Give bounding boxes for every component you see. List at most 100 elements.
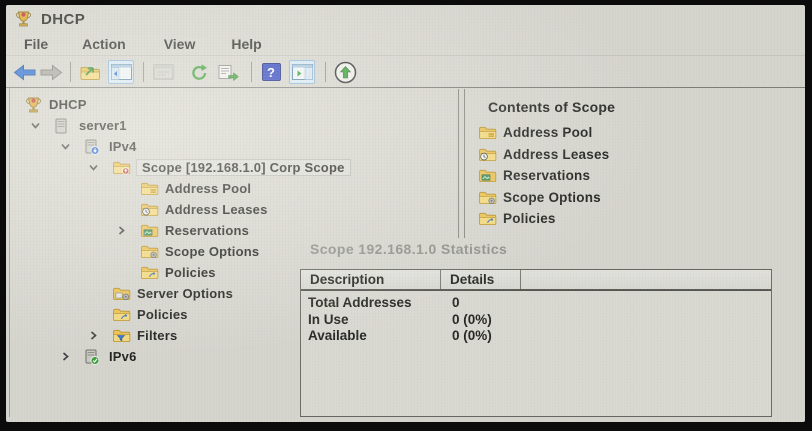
action-pane-toggle-icon <box>292 64 313 80</box>
tree-item-dhcp-root[interactable]: DHCP <box>10 94 456 115</box>
tree-item-label: Server Options <box>137 286 233 301</box>
policies-folder-icon <box>140 265 160 280</box>
tree-item-server1[interactable]: server1 <box>10 115 456 136</box>
tree-item-label: Policies <box>137 307 188 322</box>
tree-item-label: Address Leases <box>165 202 268 217</box>
column-header-details[interactable]: Details <box>441 270 521 289</box>
dhcp-app-icon <box>14 10 33 28</box>
menu-help[interactable]: Help <box>223 34 269 54</box>
menu-action[interactable]: Action <box>74 34 134 54</box>
contents-item-reservations[interactable]: Reservations <box>474 165 800 187</box>
chevron-right-icon[interactable] <box>116 225 140 236</box>
ipv4-server-icon <box>84 139 104 155</box>
dhcp-root-icon <box>24 96 44 114</box>
contents-item-label: Policies <box>503 211 556 226</box>
contents-item-address-leases[interactable]: Address Leases <box>474 144 800 166</box>
update-server-button[interactable] <box>332 60 358 84</box>
menu-file[interactable]: File <box>16 34 56 54</box>
table-row-available: Available 0 (0%) <box>308 328 771 345</box>
properties-icon <box>153 64 174 80</box>
menu-bar: File Action View Help <box>6 33 805 56</box>
contents-item-label: Reservations <box>503 168 590 183</box>
address-pool-folder-icon <box>478 125 498 140</box>
refresh-icon <box>190 63 209 82</box>
chevron-right-icon[interactable] <box>60 351 84 362</box>
properties-button[interactable] <box>150 60 176 84</box>
scope-options-folder-icon <box>140 244 160 259</box>
chevron-down-icon[interactable] <box>30 120 54 131</box>
tree-item-label: Address Pool <box>165 181 251 196</box>
menu-view[interactable]: View <box>156 34 204 54</box>
chevron-down-icon[interactable] <box>60 141 84 152</box>
table-row-total-addresses: Total Addresses 0 <box>308 295 771 312</box>
tree-item-scope[interactable]: Scope [192.168.1.0] Corp Scope <box>10 157 456 178</box>
dhcp-console-window: DHCP File Action View Help <box>6 5 805 422</box>
forward-arrow-icon <box>39 64 63 81</box>
row-details: 0 <box>452 295 771 312</box>
console-tree-toggle-icon <box>111 64 132 80</box>
row-description: In Use <box>308 312 452 329</box>
tree-item-label: IPv6 <box>109 349 137 364</box>
export-folder-icon <box>79 64 101 81</box>
toolbar: ? <box>6 57 805 87</box>
contents-item-address-pool[interactable]: Address Pool <box>474 122 800 144</box>
row-details: 0 (0%) <box>452 312 771 329</box>
toolbar-separator <box>251 62 252 82</box>
row-description: Total Addresses <box>308 295 452 312</box>
chevron-down-icon[interactable] <box>88 162 112 173</box>
tree-item-address-pool[interactable]: Address Pool <box>10 178 456 199</box>
server-icon <box>54 118 74 134</box>
ipv6-server-icon <box>84 349 104 365</box>
tree-item-reservations[interactable]: Reservations <box>10 220 456 241</box>
show-hide-action-pane-button[interactable] <box>289 60 315 84</box>
contents-item-label: Address Pool <box>503 125 592 140</box>
tree-item-label: DHCP <box>49 97 87 112</box>
statistics-table: Description Details Total Addresses 0 In… <box>300 269 772 417</box>
toolbar-separator <box>70 62 71 82</box>
chevron-right-icon[interactable] <box>88 330 112 341</box>
address-pool-folder-icon <box>140 181 160 196</box>
scope-folder-icon <box>112 160 132 175</box>
tree-item-ipv4[interactable]: IPv4 <box>10 136 456 157</box>
contents-item-label: Scope Options <box>503 190 601 205</box>
tree-item-label: Scope Options <box>165 244 259 259</box>
address-leases-folder-icon <box>478 147 498 162</box>
address-leases-folder-icon <box>140 202 160 217</box>
export-list-button[interactable] <box>216 60 242 84</box>
server-options-folder-icon <box>112 286 132 301</box>
help-icon: ? <box>262 63 281 81</box>
contents-item-policies[interactable]: Policies <box>474 208 800 230</box>
pane-splitter[interactable] <box>458 89 465 238</box>
help-button[interactable]: ? <box>258 60 284 84</box>
tree-item-label: Policies <box>165 265 216 280</box>
tree-item-label: server1 <box>79 118 127 133</box>
toolbar-separator <box>325 62 326 82</box>
column-header-description[interactable]: Description <box>301 270 441 289</box>
tree-item-address-leases[interactable]: Address Leases <box>10 199 456 220</box>
reservations-folder-icon <box>140 223 160 238</box>
export-list-icon <box>218 64 240 81</box>
contents-pane-header[interactable]: Contents of Scope <box>488 99 800 115</box>
row-details: 0 (0%) <box>452 328 771 345</box>
tree-item-label: Reservations <box>165 223 249 238</box>
statistics-table-header: Description Details <box>301 270 771 291</box>
green-up-arrow-icon <box>334 61 357 84</box>
title-bar: DHCP <box>6 5 805 33</box>
forward-button[interactable] <box>38 60 64 84</box>
tree-item-label: IPv4 <box>109 139 137 154</box>
tree-item-label-selected: Scope [192.168.1.0] Corp Scope <box>137 160 350 175</box>
contents-item-scope-options[interactable]: Scope Options <box>474 187 800 209</box>
statistics-title: Scope 192.168.1.0 Statistics <box>310 241 507 257</box>
back-arrow-icon <box>13 64 37 81</box>
window-title: DHCP <box>41 11 85 28</box>
export-folder-button[interactable] <box>77 60 103 84</box>
back-button[interactable] <box>12 60 38 84</box>
row-description: Available <box>308 328 452 345</box>
table-row-in-use: In Use 0 (0%) <box>308 312 771 329</box>
show-hide-console-tree-button[interactable] <box>108 60 134 84</box>
scope-options-folder-icon <box>478 190 498 205</box>
contents-item-label: Address Leases <box>503 147 609 162</box>
reservations-folder-icon <box>478 168 498 183</box>
tree-item-label: Filters <box>137 328 177 343</box>
refresh-button[interactable] <box>186 60 212 84</box>
